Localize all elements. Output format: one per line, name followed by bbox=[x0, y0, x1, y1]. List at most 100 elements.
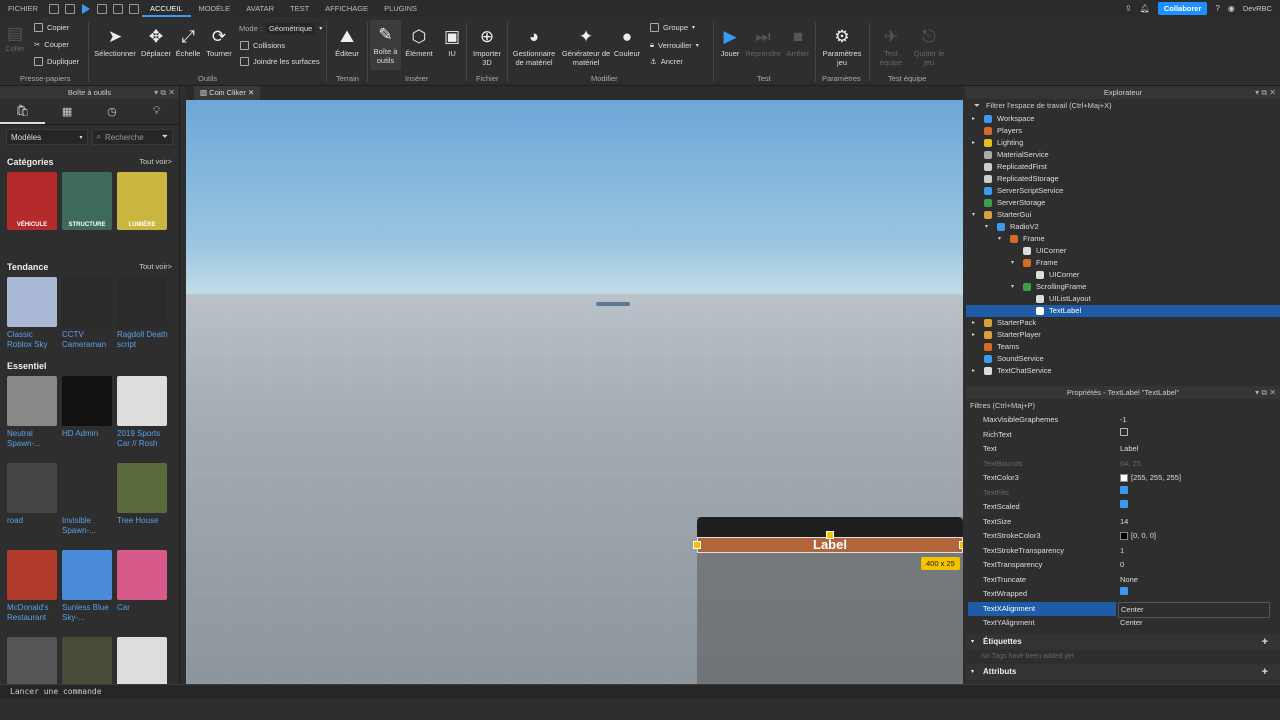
explorer-item[interactable]: ▾ StarterGui bbox=[966, 209, 1280, 221]
import-3d-button[interactable]: ⊕ Importer 3D bbox=[469, 22, 505, 68]
expand-arrow-icon[interactable]: ▾ bbox=[985, 221, 988, 233]
see-all-link[interactable]: Tout voir> bbox=[139, 157, 172, 167]
resume-button[interactable]: ⏭ Reprendre bbox=[744, 22, 782, 59]
scale-button[interactable]: ⤢ Échelle bbox=[174, 22, 202, 59]
expand-arrow-icon[interactable]: ▾ bbox=[1011, 281, 1014, 293]
property-row[interactable]: TextBounds 64, 25 bbox=[966, 457, 1280, 472]
toolbox-asset-tile[interactable]: Neutral Spawn-... bbox=[7, 376, 59, 460]
property-value[interactable] bbox=[1120, 485, 1131, 494]
property-checkbox[interactable] bbox=[1120, 427, 1128, 436]
toolbox-asset-tile[interactable]: Car bbox=[117, 550, 169, 634]
property-value[interactable] bbox=[1120, 587, 1131, 595]
property-row[interactable]: TextColor3 [255, 255, 255] bbox=[966, 471, 1280, 486]
property-value[interactable] bbox=[1120, 500, 1131, 508]
panel-controls[interactable]: ▾ ⧉ ✕ bbox=[1255, 86, 1276, 99]
move-button[interactable]: ✥ Déplacer bbox=[140, 22, 172, 59]
explorer-item[interactable]: ▸ Lighting bbox=[966, 137, 1280, 149]
resize-handle-top[interactable] bbox=[826, 531, 834, 539]
property-value[interactable] bbox=[1120, 427, 1131, 436]
property-row[interactable]: TextYAlignment Center bbox=[966, 616, 1280, 631]
property-row[interactable]: TextFits bbox=[966, 485, 1280, 501]
explorer-item[interactable]: ReplicatedFirst bbox=[966, 161, 1280, 173]
command-bar-input[interactable]: Lancer une commande bbox=[0, 684, 1280, 698]
property-row[interactable]: TextTruncate None bbox=[966, 573, 1280, 588]
panel-controls[interactable]: ▾ ⧉ ✕ bbox=[154, 86, 175, 99]
menu-plugins[interactable]: PLUGINS bbox=[376, 0, 425, 17]
property-value[interactable]: 1 bbox=[1120, 544, 1124, 559]
explorer-item[interactable]: ReplicatedStorage bbox=[966, 173, 1280, 185]
explorer-item[interactable]: ▸ StarterPack bbox=[966, 317, 1280, 329]
material-manager-button[interactable]: ◕ Gestionnaire de matériel bbox=[510, 22, 558, 68]
properties-filter-input[interactable]: Filtres (Ctrl+Maj+P) bbox=[966, 399, 1280, 413]
collisions-checkbox[interactable] bbox=[240, 41, 249, 50]
tab-coin-cliker[interactable]: ▧ Coin Cliker ✕ bbox=[194, 86, 261, 100]
menu-avatar[interactable]: AVATAR bbox=[238, 0, 282, 17]
play-icon[interactable] bbox=[82, 3, 90, 14]
toolbox-button[interactable]: ✎ Boîte à outils bbox=[370, 20, 401, 70]
property-row[interactable]: MaxVisibleGraphemes -1 bbox=[966, 413, 1280, 428]
property-value[interactable]: Label bbox=[1120, 442, 1138, 457]
explorer-filter-input[interactable]: ⏷ Filtrer l'espace de travail (Ctrl+Maj+X… bbox=[966, 99, 1280, 113]
property-value[interactable]: [0, 0, 0] bbox=[1120, 529, 1156, 544]
property-row[interactable]: TextStrokeTransparency 1 bbox=[966, 544, 1280, 559]
menu-test[interactable]: TEST bbox=[282, 0, 317, 17]
material-generator-button[interactable]: ✦ Générateur de matériel bbox=[560, 22, 612, 68]
anchor-button[interactable]: ⚓ Ancrer bbox=[650, 57, 683, 66]
explorer-item[interactable]: SoundService bbox=[966, 353, 1280, 365]
resize-handle-left[interactable] bbox=[693, 541, 701, 549]
expand-arrow-icon[interactable]: ▸ bbox=[972, 329, 975, 341]
join-surfaces-checkbox[interactable] bbox=[240, 57, 249, 66]
close-icon[interactable]: ✕ bbox=[248, 88, 254, 97]
toolbox-asset-tile[interactable]: Invisible Spawn-... bbox=[62, 463, 114, 547]
menu-affichage[interactable]: AFFICHAGE bbox=[317, 0, 376, 17]
see-all-link[interactable]: Tout voir> bbox=[139, 262, 172, 272]
add-attribute-button[interactable]: + bbox=[1262, 664, 1268, 680]
cut-button[interactable]: ✂ Couper bbox=[34, 40, 69, 49]
menu-fichier[interactable]: FICHIER bbox=[0, 0, 46, 17]
toolbox-asset-tile[interactable]: LUMIÈRE bbox=[117, 172, 169, 256]
expand-arrow-icon[interactable]: ▸ bbox=[972, 113, 975, 125]
color-swatch[interactable] bbox=[1120, 474, 1128, 483]
expand-arrow-icon[interactable]: ▾ bbox=[998, 233, 1001, 245]
expand-arrow-icon[interactable]: ▸ bbox=[972, 365, 975, 377]
quit-game-button[interactable]: ⎋ Quitter le jeu bbox=[911, 22, 947, 68]
toolbox-asset-tile[interactable]: STRUCTURE bbox=[62, 172, 114, 256]
explorer-item[interactable]: ▸ TextChatService bbox=[966, 365, 1280, 377]
duplicate-button[interactable]: Dupliquer bbox=[34, 57, 79, 66]
explorer-item[interactable]: ▸ Workspace bbox=[966, 113, 1280, 125]
paste-button[interactable]: ▤ Coller bbox=[4, 22, 26, 54]
toolbox-asset-tile[interactable]: HD Admin bbox=[62, 376, 114, 460]
terrain-editor-button[interactable]: ⛰ Éditeur bbox=[331, 22, 363, 59]
toolbox-asset-tile[interactable] bbox=[7, 637, 59, 684]
tags-section[interactable]: ▾ Étiquettes + bbox=[966, 633, 1280, 650]
help-icon[interactable]: ? bbox=[1215, 4, 1219, 13]
toolbox-asset-tile[interactable]: road bbox=[7, 463, 59, 547]
property-row[interactable]: TextSize 14 bbox=[966, 515, 1280, 530]
property-row[interactable]: TextStrokeColor3 [0, 0, 0] bbox=[966, 529, 1280, 544]
ui-button[interactable]: ▣ IU bbox=[440, 22, 464, 59]
selected-text-label[interactable]: Label bbox=[697, 537, 963, 553]
join-surfaces-toggle[interactable]: Joindre les surfaces bbox=[240, 57, 320, 66]
color-button[interactable]: ● Couleur bbox=[612, 22, 642, 59]
property-row[interactable]: TextWrapped bbox=[966, 587, 1280, 602]
copy-button[interactable]: Copier bbox=[34, 23, 69, 32]
mode-selector[interactable]: Mode : Géométrique ▾ bbox=[239, 23, 322, 34]
toolbox-asset-tile[interactable]: VÉHICULE bbox=[7, 172, 59, 256]
add-tag-button[interactable]: + bbox=[1262, 634, 1268, 650]
collaborate-button[interactable]: Collaborer bbox=[1157, 2, 1208, 15]
toolbox-search-input[interactable]: ⌕ Recherche ⏷ bbox=[91, 129, 173, 145]
explorer-item[interactable]: Teams bbox=[966, 341, 1280, 353]
toolbox-asset-tile[interactable]: McDonald's Restaurant bbox=[7, 550, 59, 634]
toolbox-asset-tile[interactable]: Sunless Blue Sky-... bbox=[62, 550, 114, 634]
select-button[interactable]: ➤ Sélectionner bbox=[92, 22, 138, 59]
panel-controls[interactable]: ▾ ⧉ ✕ bbox=[1255, 386, 1276, 399]
resize-handle-right[interactable] bbox=[959, 541, 963, 549]
tab-inventory[interactable]: ▦ bbox=[45, 99, 90, 124]
game-settings-button[interactable]: ⚙ Paramètres jeu bbox=[818, 22, 866, 68]
property-row[interactable]: RichText bbox=[966, 427, 1280, 443]
toolbox-asset-tile[interactable]: Ragdoll Death script bbox=[117, 277, 169, 361]
stop-icon[interactable] bbox=[97, 3, 107, 14]
category-dropdown[interactable]: Modèles ▾ bbox=[6, 129, 88, 145]
stop-button[interactable]: ■ Arrêter bbox=[784, 22, 812, 59]
lock-button[interactable]: 🔒︎ Verrouiller ▾ bbox=[650, 40, 699, 50]
